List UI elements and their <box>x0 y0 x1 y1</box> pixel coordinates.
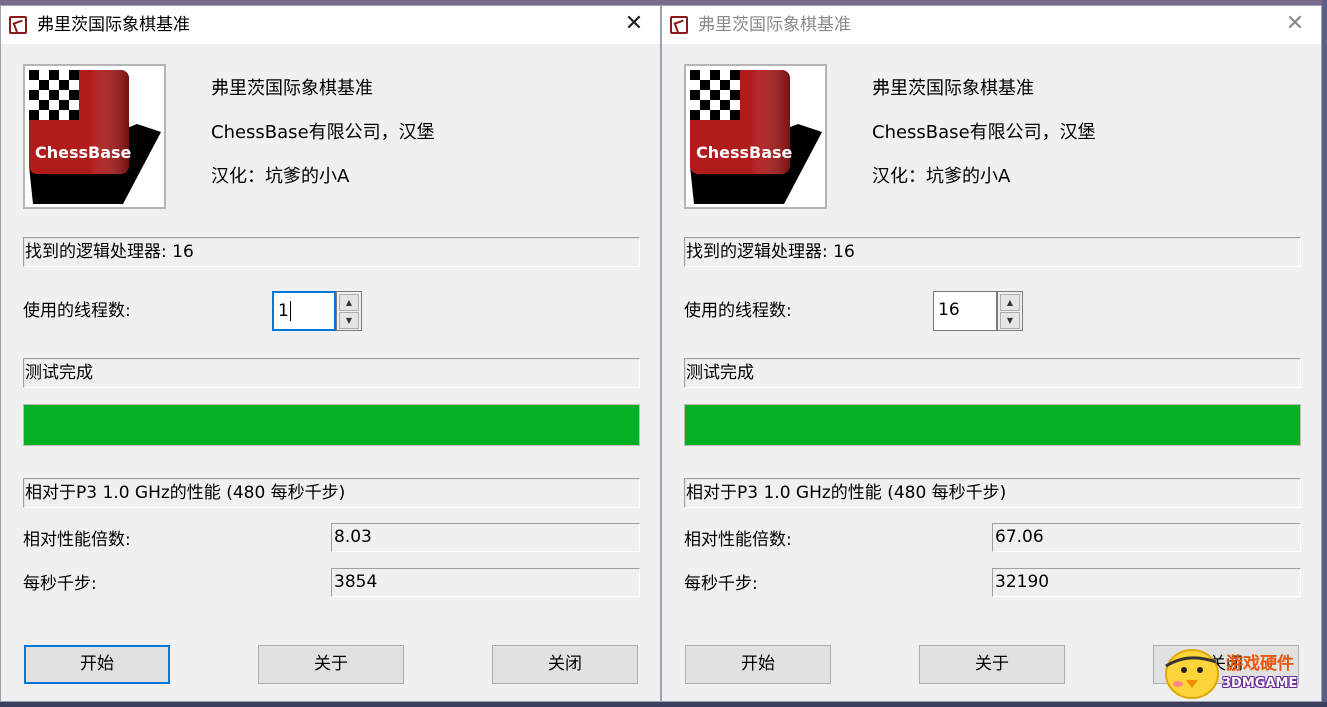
factor-value: 67.06 <box>992 523 1301 552</box>
title-bar[interactable]: 弗里茨国际象棋基准 ✕ <box>662 6 1321 44</box>
localization-credit: 汉化：坑爹的小A <box>211 166 350 187</box>
status-panel: 测试完成 <box>684 358 1301 388</box>
company-name: ChessBase有限公司，汉堡 <box>872 122 1096 143</box>
about-button[interactable]: 关于 <box>258 645 404 684</box>
threads-input[interactable]: 16 <box>933 291 997 331</box>
chessbase-logo: ChessBase <box>684 64 827 209</box>
status-panel: 测试完成 <box>23 358 640 388</box>
threads-stepper[interactable]: 1 ▲ ▼ <box>272 291 362 331</box>
kns-label: 每秒千步: <box>23 574 97 594</box>
logical-processors-panel: 找到的逻辑处理器: 16 <box>684 237 1301 267</box>
localization-credit: 汉化：坑爹的小A <box>872 166 1011 187</box>
factor-label: 相对性能倍数: <box>23 530 131 550</box>
logo-wordmark: ChessBase <box>696 143 793 162</box>
watermark-text-cn: 游戏硬件 <box>1226 654 1294 674</box>
text-caret <box>289 301 291 321</box>
chessbase-app-icon <box>670 16 688 34</box>
threads-spin-buttons: ▲ ▼ <box>336 291 362 331</box>
company-name: ChessBase有限公司，汉堡 <box>211 122 435 143</box>
title-bar[interactable]: 弗里茨国际象棋基准 ✕ <box>1 6 660 44</box>
progress-bar <box>684 404 1301 446</box>
caret-up-icon[interactable]: ▲ <box>339 294 359 311</box>
close-button[interactable]: 关闭 <box>492 645 638 684</box>
benchmark-window-1: 弗里茨国际象棋基准 ✕ ChessBase 弗里茨国际象棋基准 ChessBas… <box>0 5 661 702</box>
logical-processors-panel: 找到的逻辑处理器: 16 <box>23 237 640 267</box>
chessbase-logo: ChessBase <box>23 64 166 209</box>
chessbase-app-icon <box>9 16 27 34</box>
relative-performance-panel: 相对于P3 1.0 GHz的性能 (480 每秒千步) <box>23 478 640 508</box>
benchmark-window-2: 弗里茨国际象棋基准 ✕ ChessBase 弗里茨国际象棋基准 ChessBas… <box>661 5 1322 702</box>
caret-up-icon[interactable]: ▲ <box>1000 294 1020 311</box>
close-icon[interactable]: ✕ <box>1283 12 1307 36</box>
start-button[interactable]: 开始 <box>685 645 831 684</box>
kns-value: 3854 <box>331 568 640 597</box>
start-button[interactable]: 开始 <box>24 645 170 684</box>
site-watermark: 游戏硬件 3DMGAME <box>1158 640 1318 702</box>
watermark-text-brand: 3DMGAME <box>1222 676 1298 691</box>
caret-down-icon[interactable]: ▼ <box>1000 312 1020 329</box>
threads-input[interactable]: 1 <box>272 291 336 331</box>
threads-spin-buttons: ▲ ▼ <box>997 291 1023 331</box>
progress-bar <box>23 404 640 446</box>
kns-value: 32190 <box>992 568 1301 597</box>
logo-wordmark: ChessBase <box>35 143 132 162</box>
desktop-background-bottom <box>0 702 1327 707</box>
about-button[interactable]: 关于 <box>919 645 1065 684</box>
progress-fill <box>685 405 1300 445</box>
app-name: 弗里茨国际象棋基准 <box>211 78 373 99</box>
app-name: 弗里茨国际象棋基准 <box>872 78 1034 99</box>
factor-value: 8.03 <box>331 523 640 552</box>
desktop-background-right <box>1322 0 1327 707</box>
threads-label: 使用的线程数: <box>23 301 131 321</box>
factor-label: 相对性能倍数: <box>684 530 792 550</box>
threads-stepper[interactable]: 16 ▲ ▼ <box>933 291 1023 331</box>
window-title: 弗里茨国际象棋基准 <box>698 15 851 35</box>
threads-label: 使用的线程数: <box>684 301 792 321</box>
mascot-chick-icon <box>1165 649 1219 699</box>
progress-fill <box>24 405 639 445</box>
close-icon[interactable]: ✕ <box>622 12 646 36</box>
kns-label: 每秒千步: <box>684 574 758 594</box>
relative-performance-panel: 相对于P3 1.0 GHz的性能 (480 每秒千步) <box>684 478 1301 508</box>
window-title: 弗里茨国际象棋基准 <box>37 15 190 35</box>
caret-down-icon[interactable]: ▼ <box>339 312 359 329</box>
